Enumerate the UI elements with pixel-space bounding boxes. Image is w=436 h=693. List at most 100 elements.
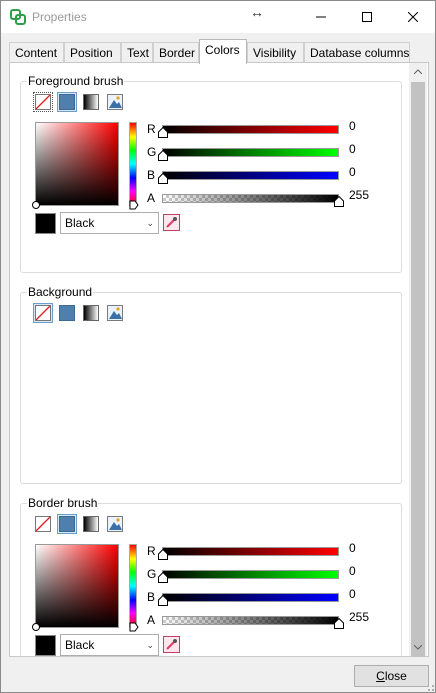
resize-arrows-icon: ↔	[250, 4, 264, 20]
scroll-up-button[interactable]	[409, 63, 427, 80]
chevron-up-icon	[414, 69, 422, 74]
gradient-icon	[83, 516, 99, 532]
tab-text[interactable]: Text	[121, 42, 153, 63]
title-bar[interactable]: Properties ↔	[1, 1, 435, 33]
foreground-hue-slider[interactable]	[129, 122, 139, 210]
border-no-brush-button[interactable]	[33, 514, 53, 534]
foreground-brush-group: Foreground brush R 0 G 0 B 0 A 255 Black…	[20, 74, 402, 273]
eyedropper-icon[interactable]	[163, 636, 180, 653]
maximize-button[interactable]	[344, 1, 390, 32]
scrollbar-thumb[interactable]	[411, 82, 425, 657]
colors-scroll-area[interactable]: Foreground brush R 0 G 0 B 0 A 255 Black…	[10, 71, 409, 656]
slider-thumb-icon[interactable]	[158, 572, 168, 583]
foreground-saturation-picker[interactable]	[32, 122, 119, 209]
tab-strip: Content Position Text Border Colors Visi…	[9, 39, 429, 64]
foreground-blue-channel: B 0	[147, 165, 397, 184]
alpha-slider-track[interactable]	[162, 616, 339, 625]
properties-window: Properties ↔ Content Position Text Borde…	[0, 0, 436, 693]
channel-value: 0	[349, 587, 356, 601]
alpha-slider-track[interactable]	[162, 194, 339, 203]
channel-value: 0	[349, 119, 356, 133]
foreground-red-channel: R 0	[147, 119, 397, 138]
border-color-preview	[35, 635, 56, 656]
resize-grip-icon[interactable]	[425, 682, 435, 692]
background-title: Background	[27, 285, 94, 299]
background-no-brush-button[interactable]	[33, 303, 53, 323]
channel-value: 255	[349, 188, 370, 202]
foreground-green-channel: G 0	[147, 142, 397, 161]
foreground-picker-handle[interactable]	[32, 201, 40, 209]
tab-visibility[interactable]: Visibility	[247, 42, 304, 63]
chevron-down-icon: ⌄	[146, 640, 154, 650]
slider-thumb-icon[interactable]	[158, 127, 168, 138]
red-slider-track[interactable]	[162, 125, 339, 134]
hue-slider-handle-icon[interactable]	[129, 622, 139, 632]
foreground-gradient-button[interactable]	[81, 92, 101, 112]
chevron-down-icon: ⌄	[146, 218, 154, 228]
slider-thumb-icon[interactable]	[158, 150, 168, 161]
border-gradient-button[interactable]	[81, 514, 101, 534]
close-button[interactable]: Close	[354, 665, 429, 687]
foreground-image-brush-button[interactable]	[105, 92, 125, 112]
minimize-button[interactable]	[298, 1, 344, 32]
close-button-accelerator: C	[376, 669, 385, 683]
slider-thumb-icon[interactable]	[334, 196, 344, 207]
maximize-icon	[362, 11, 372, 22]
foreground-brush-title: Foreground brush	[27, 74, 125, 88]
blue-slider-track[interactable]	[162, 171, 339, 180]
border-picker-handle[interactable]	[32, 623, 40, 631]
channel-value: 0	[349, 564, 356, 578]
foreground-color-name-combo[interactable]: Black ⌄	[60, 212, 159, 234]
background-image-brush-button[interactable]	[105, 303, 125, 323]
background-group: Background	[20, 285, 402, 484]
green-slider-track[interactable]	[162, 570, 339, 579]
border-image-brush-button[interactable]	[105, 514, 125, 534]
border-brush-title: Border brush	[27, 496, 99, 510]
hue-slider-handle-icon[interactable]	[129, 200, 139, 210]
vertical-scrollbar[interactable]	[409, 63, 427, 657]
foreground-color-preview	[35, 213, 56, 234]
scroll-down-button[interactable]	[409, 639, 427, 656]
background-solid-color-button[interactable]	[57, 303, 77, 323]
window-title: Properties	[32, 10, 87, 24]
channel-label: A	[147, 191, 156, 205]
tab-database-columns[interactable]: Database columns	[304, 42, 410, 63]
chevron-down-icon	[414, 645, 422, 650]
background-brush-type-row	[33, 303, 125, 325]
background-gradient-button[interactable]	[81, 303, 101, 323]
channel-label: A	[147, 613, 156, 627]
solid-color-icon	[59, 94, 75, 110]
slider-thumb-icon[interactable]	[158, 549, 168, 560]
tab-colors[interactable]: Colors	[199, 39, 247, 64]
minimize-icon	[316, 16, 326, 17]
gradient-icon	[83, 94, 99, 110]
combo-value: Black	[65, 638, 95, 652]
app-logo-icon	[10, 9, 26, 25]
eyedropper-icon[interactable]	[163, 214, 180, 231]
border-blue-channel: B 0	[147, 587, 397, 606]
channel-value: 0	[349, 165, 356, 179]
red-slider-track[interactable]	[162, 547, 339, 556]
close-window-button[interactable]	[390, 1, 436, 32]
foreground-no-brush-button[interactable]	[33, 92, 53, 112]
solid-color-icon	[59, 305, 75, 321]
blue-slider-track[interactable]	[162, 593, 339, 602]
solid-color-icon	[59, 516, 75, 532]
gradient-icon	[83, 305, 99, 321]
border-color-name-combo[interactable]: Black ⌄	[60, 634, 159, 656]
border-solid-color-button[interactable]	[57, 514, 77, 534]
border-hue-slider[interactable]	[129, 544, 139, 632]
slider-thumb-icon[interactable]	[334, 618, 344, 629]
tab-border[interactable]: Border	[153, 42, 199, 63]
image-brush-icon	[107, 305, 123, 321]
tab-content[interactable]: Content	[9, 42, 64, 63]
channel-value: 0	[349, 142, 356, 156]
border-brush-type-row	[33, 514, 125, 536]
border-saturation-picker[interactable]	[32, 544, 119, 631]
green-slider-track[interactable]	[162, 148, 339, 157]
foreground-brush-type-row	[33, 92, 125, 114]
slider-thumb-icon[interactable]	[158, 595, 168, 606]
tab-position[interactable]: Position	[64, 42, 121, 63]
foreground-solid-color-button[interactable]	[57, 92, 77, 112]
slider-thumb-icon[interactable]	[158, 173, 168, 184]
